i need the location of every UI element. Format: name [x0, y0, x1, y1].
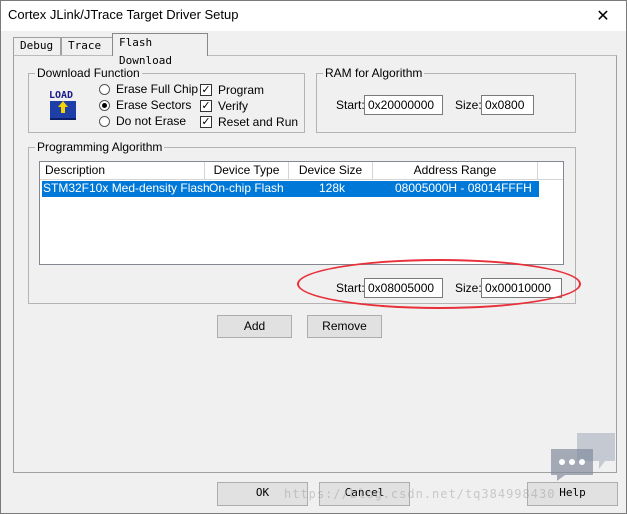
algorithm-list[interactable]: Description Device Type Device Size Addr…	[39, 161, 564, 265]
column-description[interactable]: Description	[40, 162, 205, 180]
column-device-size[interactable]: Device Size	[289, 162, 373, 180]
ram-size-field[interactable]: 0x0800	[481, 95, 534, 115]
verify-checkbox[interactable]: ✓ Verify	[200, 99, 248, 113]
cell-address-range: 08005000H - 08014FFFH	[395, 181, 532, 195]
radio-dot	[99, 83, 110, 95]
radio-dot	[99, 115, 110, 127]
do-not-erase-radio[interactable]: Do not Erase	[99, 114, 186, 128]
load-icon: LOAD	[46, 87, 80, 121]
column-device-type[interactable]: Device Type	[205, 162, 289, 180]
ram-legend: RAM for Algorithm	[323, 66, 425, 80]
checkmark-icon: ✓	[200, 84, 212, 96]
load-icon-text: LOAD	[49, 90, 73, 101]
chat-bubble-icon	[551, 433, 615, 481]
ram-size-label: Size:	[455, 98, 482, 112]
list-header: Description Device Type Device Size Addr…	[40, 162, 563, 180]
erase-full-chip-radio[interactable]: Erase Full Chip	[99, 82, 198, 96]
cell-device-size: 128k	[319, 181, 346, 195]
remove-button[interactable]: Remove	[307, 315, 382, 338]
programming-algorithm-legend: Programming Algorithm	[35, 140, 165, 154]
red-highlight-ellipse	[297, 259, 581, 309]
checkmark-icon: ✓	[200, 100, 212, 112]
ram-start-label: Start:	[336, 98, 365, 112]
erase-sectors-radio[interactable]: Erase Sectors	[99, 98, 191, 112]
cell-description: STM32F10x Med-density Flash	[43, 181, 210, 195]
tab-debug[interactable]: Debug	[13, 37, 61, 55]
tab-flash-download[interactable]: Flash Download	[112, 33, 208, 67]
window-title: Cortex JLink/JTrace Target Driver Setup	[8, 7, 239, 22]
title-bar: Cortex JLink/JTrace Target Driver Setup …	[1, 1, 626, 31]
ram-start-field[interactable]: 0x20000000	[364, 95, 443, 115]
checkmark-icon: ✓	[200, 116, 212, 128]
cell-device-type: On-chip Flash	[209, 181, 284, 195]
column-address-range[interactable]: Address Range	[373, 162, 538, 180]
table-row[interactable]: STM32F10x Med-density Flash On-chip Flas…	[42, 181, 539, 197]
radio-dot-selected	[99, 99, 110, 111]
tab-trace[interactable]: Trace	[61, 37, 113, 55]
watermark: https://blog.csdn.net/tq384998430	[284, 487, 556, 501]
reset-and-run-checkbox[interactable]: ✓ Reset and Run	[200, 115, 298, 129]
dialog-window: Cortex JLink/JTrace Target Driver Setup …	[0, 0, 627, 514]
add-button[interactable]: Add	[217, 315, 292, 338]
program-checkbox[interactable]: ✓ Program	[200, 83, 264, 97]
close-icon[interactable]: ✕	[580, 1, 626, 31]
